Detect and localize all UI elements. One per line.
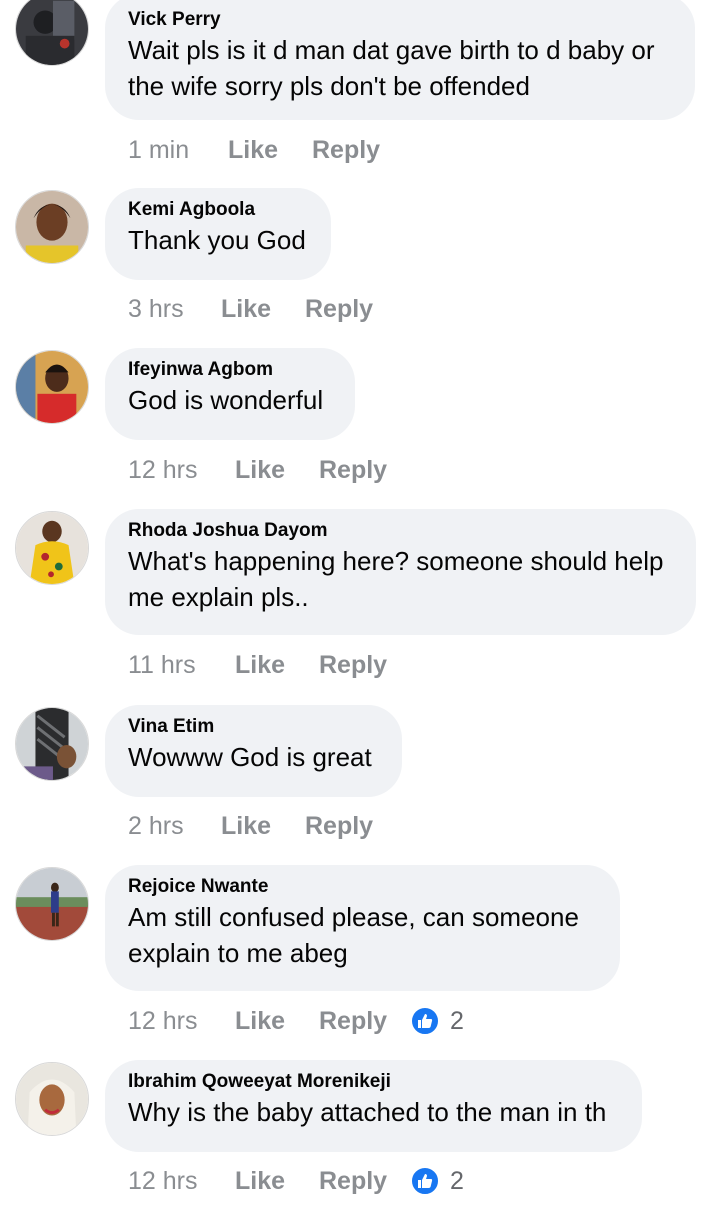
comment-author[interactable]: Rejoice Nwante [128, 875, 597, 899]
comment-text: Wowww God is great [128, 742, 372, 772]
comment-time[interactable]: 12 hrs [128, 1164, 197, 1198]
like-button[interactable]: Like [235, 648, 285, 682]
comment-item: Vina Etim Wowww God is great 2 hrs Like … [0, 705, 720, 865]
reply-button[interactable]: Reply [319, 1164, 387, 1198]
reaction-count: 2 [450, 1007, 464, 1035]
like-button[interactable]: Like [235, 453, 285, 487]
comment-item: Rejoice Nwante Am still confused please,… [0, 865, 720, 1060]
like-button[interactable]: Like [235, 1004, 285, 1038]
comment-bubble: Kemi Agboola Thank you God [105, 188, 331, 280]
comment-text: Why is the baby attached to the man in t… [128, 1097, 607, 1127]
avatar[interactable] [15, 0, 89, 66]
avatar[interactable] [15, 190, 89, 264]
like-button[interactable]: Like [221, 292, 271, 326]
comment-author[interactable]: Vina Etim [128, 715, 379, 739]
comment-time[interactable]: 3 hrs [128, 292, 184, 326]
like-button[interactable]: Like [228, 133, 278, 167]
like-button[interactable]: Like [235, 1164, 285, 1198]
comment-author[interactable]: Rhoda Joshua Dayom [128, 519, 673, 543]
comment-time[interactable]: 2 hrs [128, 809, 184, 843]
reply-button[interactable]: Reply [319, 453, 387, 487]
like-button[interactable]: Like [221, 809, 271, 843]
comment-time[interactable]: 1 min [128, 133, 189, 167]
reaction-count: 2 [450, 1167, 464, 1195]
comment-bubble: Ifeyinwa Agbom God is wonderful [105, 348, 355, 440]
comment-text: What's happening here? someone should he… [128, 546, 664, 612]
comment-item: Ibrahim Qoweeyat Morenikeji Why is the b… [0, 1060, 720, 1210]
avatar[interactable] [15, 867, 89, 941]
comment-item: Rhoda Joshua Dayom What's happening here… [0, 509, 720, 699]
comment-bubble: Rhoda Joshua Dayom What's happening here… [105, 509, 696, 635]
comment-author[interactable]: Kemi Agboola [128, 198, 308, 222]
comment-bubble: Ibrahim Qoweeyat Morenikeji Why is the b… [105, 1060, 642, 1152]
avatar[interactable] [15, 707, 89, 781]
comment-bubble: Vick Perry Wait pls is it d man dat gave… [105, 0, 695, 120]
comment-item: Ifeyinwa Agbom God is wonderful 12 hrs L… [0, 348, 720, 508]
comment-author[interactable]: Ibrahim Qoweeyat Morenikeji [128, 1070, 619, 1094]
comment-time[interactable]: 11 hrs [128, 648, 196, 682]
comment-author[interactable]: Vick Perry [128, 8, 672, 32]
comment-bubble: Rejoice Nwante Am still confused please,… [105, 865, 620, 991]
comment-time[interactable]: 12 hrs [128, 1004, 197, 1038]
reply-button[interactable]: Reply [305, 809, 373, 843]
comment-text: Am still confused please, can someone ex… [128, 902, 579, 968]
comment-bubble: Vina Etim Wowww God is great [105, 705, 402, 797]
comment-item: Vick Perry Wait pls is it d man dat gave… [0, 0, 720, 180]
avatar[interactable] [15, 350, 89, 424]
reply-button[interactable]: Reply [319, 648, 387, 682]
comment-text: God is wonderful [128, 385, 324, 415]
reply-button[interactable]: Reply [319, 1004, 387, 1038]
reply-button[interactable]: Reply [312, 133, 380, 167]
comment-item: Kemi Agboola Thank you God 3 hrs Like Re… [0, 188, 720, 348]
avatar[interactable] [15, 1062, 89, 1136]
reply-button[interactable]: Reply [305, 292, 373, 326]
like-thumb-icon [410, 1006, 440, 1036]
comment-time[interactable]: 12 hrs [128, 453, 197, 487]
comment-text: Thank you God [128, 225, 306, 255]
avatar[interactable] [15, 511, 89, 585]
like-thumb-icon [410, 1166, 440, 1196]
comment-text: Wait pls is it d man dat gave birth to d… [128, 35, 655, 101]
comment-author[interactable]: Ifeyinwa Agbom [128, 358, 332, 382]
